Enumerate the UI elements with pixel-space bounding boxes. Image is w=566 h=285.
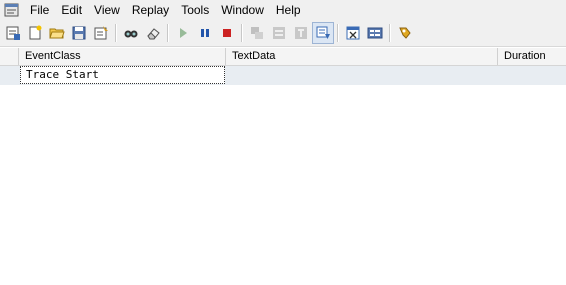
display-settings-button[interactable] xyxy=(364,22,386,44)
toolbar-separator xyxy=(167,24,169,42)
pause-trace-button[interactable] xyxy=(194,22,216,44)
open-button[interactable] xyxy=(46,22,68,44)
properties-button[interactable] xyxy=(2,22,24,44)
clear-window-icon xyxy=(346,26,360,40)
edit-properties-button[interactable] xyxy=(90,22,112,44)
toolbar-separator xyxy=(337,24,339,42)
menu-bar: File Edit View Replay Tools Window Help xyxy=(0,0,566,20)
find-button[interactable] xyxy=(120,22,142,44)
run-trace-button[interactable] xyxy=(172,22,194,44)
toolbar-separator xyxy=(241,24,243,42)
clear-window-button[interactable] xyxy=(342,22,364,44)
row-indicator-header xyxy=(0,48,19,65)
sql-profiler-window: File Edit View Replay Tools Window Help xyxy=(0,0,566,285)
save-button[interactable] xyxy=(68,22,90,44)
menu-help[interactable]: Help xyxy=(270,0,307,20)
clear-trace-button[interactable] xyxy=(142,22,164,44)
find-icon xyxy=(124,30,138,38)
open-file-icon xyxy=(49,28,65,39)
new-trace-button[interactable] xyxy=(24,22,46,44)
new-trace-icon xyxy=(29,25,42,40)
help-icon xyxy=(399,27,411,39)
group-events-icon xyxy=(251,27,263,39)
menu-tools[interactable]: Tools xyxy=(175,0,215,20)
table-row[interactable]: Trace Start xyxy=(0,66,566,85)
group-events-button[interactable] xyxy=(246,22,268,44)
menu-file[interactable]: File xyxy=(24,0,55,20)
trace-events-grid: EventClass TextData Duration Trace Start xyxy=(0,48,566,285)
menu-replay[interactable]: Replay xyxy=(126,0,175,20)
text-view-button[interactable] xyxy=(290,22,312,44)
column-header-duration[interactable]: Duration xyxy=(498,48,566,65)
column-header-eventclass[interactable]: EventClass xyxy=(19,48,226,65)
stop-icon xyxy=(223,29,231,37)
grid-header: EventClass TextData Duration xyxy=(0,48,566,66)
aggregate-icon xyxy=(273,27,285,39)
column-header-textdata[interactable]: TextData xyxy=(226,48,498,65)
menu-view[interactable]: View xyxy=(88,0,126,20)
save-icon xyxy=(72,26,86,40)
pause-icon xyxy=(201,29,209,37)
clear-icon xyxy=(147,28,160,40)
aggregate-view-button[interactable] xyxy=(268,22,290,44)
help-button[interactable] xyxy=(394,22,416,44)
stop-trace-button[interactable] xyxy=(216,22,238,44)
menu-window[interactable]: Window xyxy=(215,0,270,20)
toolbar-separator xyxy=(389,24,391,42)
display-icon xyxy=(367,27,383,39)
toolbar xyxy=(0,20,566,47)
toolbar-separator xyxy=(115,24,117,42)
cell-eventclass[interactable]: Trace Start xyxy=(20,66,225,84)
properties-icon xyxy=(6,26,20,40)
text-view-icon xyxy=(295,27,307,39)
auto-scroll-button[interactable] xyxy=(312,22,334,44)
profiler-app-icon xyxy=(4,2,20,18)
auto-scroll-icon xyxy=(316,26,330,39)
play-icon xyxy=(180,28,187,38)
menu-edit[interactable]: Edit xyxy=(55,0,88,20)
properties-edit-icon xyxy=(94,26,108,40)
